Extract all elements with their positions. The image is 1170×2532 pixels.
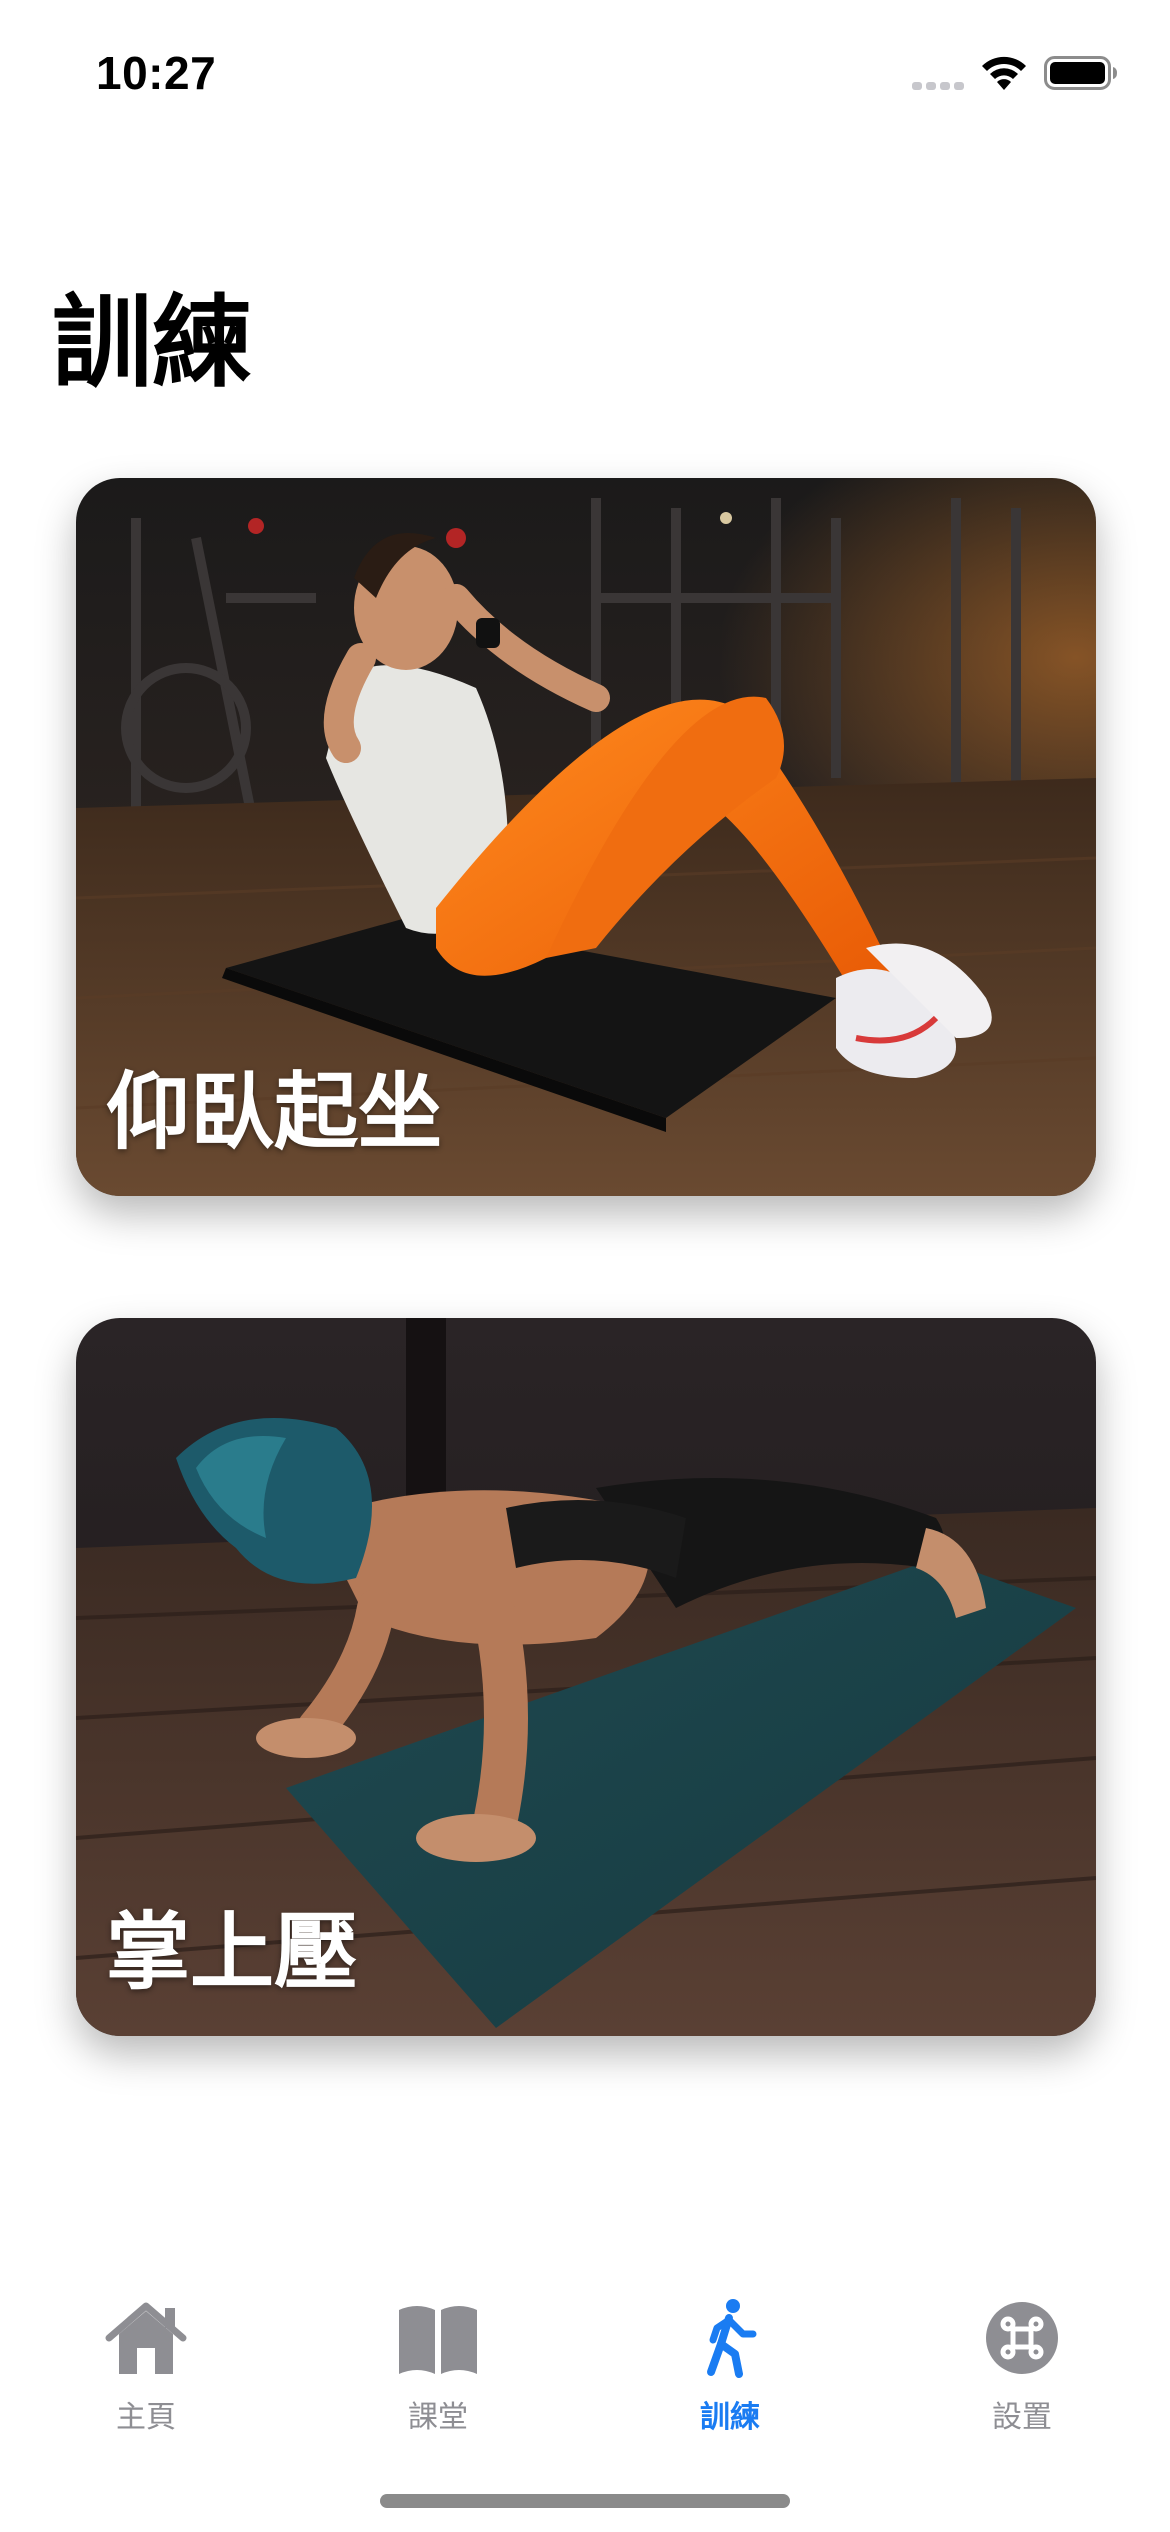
command-icon bbox=[986, 2302, 1058, 2374]
tab-class[interactable]: 課堂 bbox=[292, 2298, 584, 2438]
tab-training-label: 訓練 bbox=[700, 2400, 760, 2435]
tab-home[interactable]: 主頁 bbox=[0, 2298, 292, 2438]
tab-settings[interactable]: 設置 bbox=[876, 2298, 1168, 2438]
push-ups-card[interactable]: 掌上壓 bbox=[76, 1318, 1096, 2036]
tab-bar: 主頁 課堂 訓練 設置 bbox=[0, 2270, 1170, 2532]
training-screen: 10:27 訓練 仰臥起坐 掌上壓 主頁 課堂 訓練 設置 bbox=[0, 0, 1170, 2532]
tab-home-label: 主頁 bbox=[116, 2400, 176, 2435]
battery-icon bbox=[1044, 56, 1117, 90]
page-title: 訓練 bbox=[52, 284, 252, 401]
push-ups-card-title: 掌上壓 bbox=[106, 1903, 359, 2001]
house-icon bbox=[105, 2302, 187, 2374]
figure-walk-icon bbox=[707, 2299, 757, 2378]
status-time: 10:27 bbox=[96, 47, 217, 99]
sit-ups-card[interactable]: 仰臥起坐 bbox=[76, 478, 1096, 1196]
sit-ups-card-title: 仰臥起坐 bbox=[106, 1063, 443, 1161]
tab-settings-label: 設置 bbox=[992, 2400, 1052, 2435]
tab-training[interactable]: 訓練 bbox=[584, 2298, 876, 2438]
tab-class-label: 課堂 bbox=[408, 2400, 468, 2435]
cellular-signal-icon bbox=[912, 82, 964, 90]
wifi-icon bbox=[982, 56, 1026, 90]
status-bar: 10:27 bbox=[0, 0, 1170, 150]
home-indicator[interactable] bbox=[380, 2494, 790, 2508]
book-icon bbox=[399, 2306, 477, 2374]
